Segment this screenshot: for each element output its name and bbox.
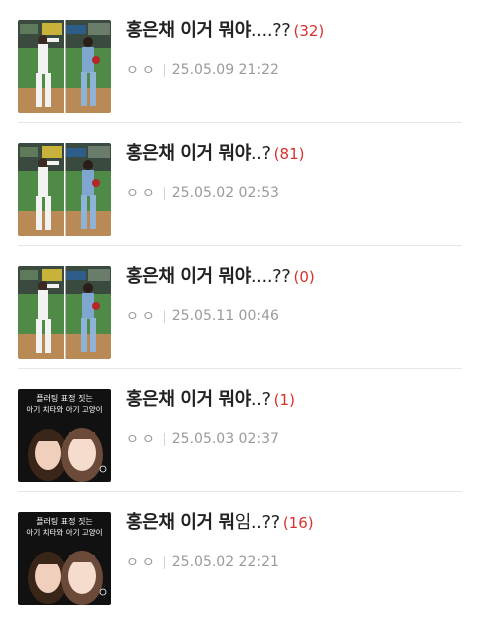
post-thumbnail[interactable] [18, 143, 111, 236]
post-title-line[interactable]: 홍은채 이거 뭐임..?? (16) [126, 510, 470, 536]
thumb-caption-line-2: 아기 치타와 아기 고양이 [26, 527, 102, 537]
comment-count[interactable]: (1) [274, 391, 295, 409]
post-meta: ㅇㅇ 25.05.02 02:53 [126, 183, 470, 203]
post-text: 홍은채 이거 뭐임..?? (16) ㅇㅇ 25.05.02 22:21 [126, 510, 470, 572]
post-meta: ㅇㅇ 25.05.11 00:46 [126, 306, 470, 326]
comment-count[interactable]: (0) [293, 268, 314, 286]
meta-divider [163, 63, 165, 77]
meta-divider [163, 555, 165, 569]
comment-count[interactable]: (32) [293, 22, 324, 40]
post-text: 홍은채 이거 뭐야....?? (32) ㅇㅇ 25.05.09 21:22 [126, 18, 470, 80]
thumb-caption-line-1: 플러팅 표정 짓는 [36, 516, 93, 526]
post-title[interactable]: 홍은채 이거 뭐야....?? [126, 266, 291, 287]
post-thumbnail[interactable] [18, 266, 111, 359]
post-title-line[interactable]: 홍은채 이거 뭐야..? (1) [126, 387, 470, 413]
post-title-line[interactable]: 홍은채 이거 뭐야....?? (0) [126, 264, 470, 290]
list-item[interactable]: 홍은채 이거 뭐야..? (81) ㅇㅇ 25.05.02 02:53 [0, 123, 480, 246]
post-title-line[interactable]: 홍은채 이거 뭐야....?? (32) [126, 18, 470, 44]
post-text: 홍은채 이거 뭐야..? (81) ㅇㅇ 25.05.02 02:53 [126, 141, 470, 203]
post-thumbnail[interactable]: 플러팅 표정 짓는 아기 치타와 아기 고양이 [18, 512, 111, 605]
thumb-caption-line-1: 플러팅 표정 짓는 [36, 393, 93, 403]
post-date: 25.05.02 02:53 [171, 185, 279, 201]
post-date: 25.05.03 02:37 [171, 431, 279, 447]
meta-divider [163, 186, 165, 200]
post-list: 홍은채 이거 뭐야....?? (32) ㅇㅇ 25.05.09 21:22 홍… [0, 0, 480, 615]
post-meta: ㅇㅇ 25.05.02 22:21 [126, 552, 470, 572]
post-thumbnail[interactable] [18, 20, 111, 113]
post-title[interactable]: 홍은채 이거 뭐야....?? [126, 20, 291, 41]
thumb-caption-line-2: 아기 치타와 아기 고양이 [26, 404, 102, 414]
post-date: 25.05.11 00:46 [171, 308, 279, 324]
post-author[interactable]: ㅇㅇ [126, 183, 158, 203]
post-text: 홍은채 이거 뭐야..? (1) ㅇㅇ 25.05.03 02:37 [126, 387, 470, 449]
comment-count[interactable]: (16) [283, 514, 314, 532]
meta-divider [163, 309, 165, 323]
post-text: 홍은채 이거 뭐야....?? (0) ㅇㅇ 25.05.11 00:46 [126, 264, 470, 326]
post-title[interactable]: 홍은채 이거 뭐임..?? [126, 512, 280, 533]
comment-count[interactable]: (81) [274, 145, 305, 163]
list-item[interactable]: 플러팅 표정 짓는 아기 치타와 아기 고양이 홍은채 이거 뭐임..?? (16… [0, 492, 480, 615]
post-author[interactable]: ㅇㅇ [126, 60, 158, 80]
list-item[interactable]: 홍은채 이거 뭐야....?? (32) ㅇㅇ 25.05.09 21:22 [0, 0, 480, 123]
post-author[interactable]: ㅇㅇ [126, 552, 158, 572]
post-date: 25.05.02 22:21 [171, 554, 279, 570]
post-title-line[interactable]: 홍은채 이거 뭐야..? (81) [126, 141, 470, 167]
meta-divider [163, 432, 165, 446]
list-item[interactable]: 홍은채 이거 뭐야....?? (0) ㅇㅇ 25.05.11 00:46 [0, 246, 480, 369]
post-meta: ㅇㅇ 25.05.09 21:22 [126, 60, 470, 80]
post-title[interactable]: 홍은채 이거 뭐야..? [126, 143, 271, 164]
list-item[interactable]: 플러팅 표정 짓는 아기 치타와 아기 고양이 홍은채 이거 뭐야..? (1) … [0, 369, 480, 492]
post-author[interactable]: ㅇㅇ [126, 429, 158, 449]
post-author[interactable]: ㅇㅇ [126, 306, 158, 326]
post-title[interactable]: 홍은채 이거 뭐야..? [126, 389, 271, 410]
post-thumbnail[interactable]: 플러팅 표정 짓는 아기 치타와 아기 고양이 [18, 389, 111, 482]
post-meta: ㅇㅇ 25.05.03 02:37 [126, 429, 470, 449]
post-date: 25.05.09 21:22 [171, 62, 279, 78]
